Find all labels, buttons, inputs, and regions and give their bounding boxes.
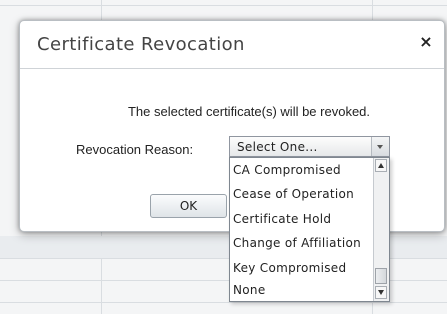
dropdown-toggle[interactable] [371, 137, 389, 156]
chevron-down-icon [377, 145, 383, 149]
revocation-reason-label: Revocation Reason: [76, 142, 194, 157]
option-certificate-hold[interactable]: Certificate Hold [233, 209, 331, 229]
grid-line [0, 302, 447, 303]
arrow-up-icon [378, 163, 384, 168]
select-value: Select One... [237, 140, 318, 154]
revocation-message: The selected certificate(s) will be revo… [127, 104, 371, 119]
scroll-up-button[interactable] [375, 159, 387, 172]
option-none[interactable]: None [233, 280, 266, 300]
option-ca-compromised[interactable]: CA Compromised [233, 160, 341, 180]
revocation-reason-select[interactable]: Select One... [229, 136, 390, 157]
scroll-down-button[interactable] [375, 286, 387, 299]
scroll-thumb[interactable] [375, 268, 387, 284]
arrow-down-icon [378, 290, 384, 295]
close-icon[interactable]: × [418, 33, 434, 51]
grid-line [0, 5, 447, 6]
dialog-header: Certificate Revocation × [20, 21, 444, 69]
dialog-title: Certificate Revocation [37, 34, 245, 55]
revocation-reason-listbox[interactable]: CA Compromised Cease of Operation Certif… [229, 157, 390, 302]
ok-button[interactable]: OK [150, 194, 227, 218]
option-key-compromised[interactable]: Key Compromised [233, 258, 346, 278]
option-change-of-affiliation[interactable]: Change of Affiliation [233, 233, 361, 253]
option-cease-of-operation[interactable]: Cease of Operation [233, 184, 354, 204]
listbox-scrollbar[interactable] [373, 158, 389, 301]
